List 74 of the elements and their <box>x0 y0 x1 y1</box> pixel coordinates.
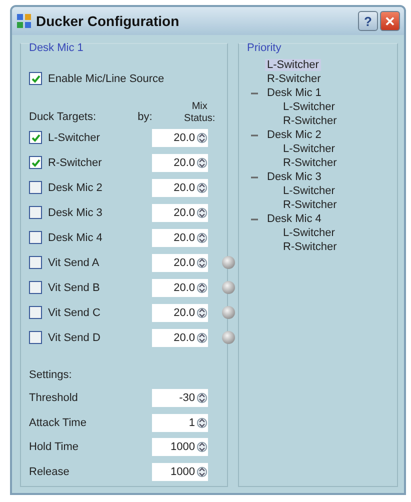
checkbox-label: Vit Send D <box>48 332 102 344</box>
setting-label: Threshold <box>29 392 79 404</box>
tree-item[interactable]: L-Switcher <box>265 59 321 71</box>
checkbox[interactable] <box>29 306 42 319</box>
spin-field[interactable]: 20.0 <box>152 328 208 346</box>
spinner-arrows-icon[interactable] <box>197 180 207 194</box>
spin-field[interactable]: 1000 <box>152 438 208 456</box>
spinner-arrows-icon[interactable] <box>197 416 207 430</box>
column-heading: Duck Targets: <box>29 111 98 125</box>
spinner-arrows-icon[interactable] <box>197 256 207 270</box>
checkbox-label: Vit Send C <box>48 306 102 318</box>
checkbox-label: R-Switcher <box>48 156 103 168</box>
spin-field[interactable]: 20.0 <box>152 228 208 246</box>
tree-item[interactable]: R-Switcher <box>265 73 323 85</box>
checkbox[interactable] <box>29 231 42 244</box>
spinner-arrows-icon[interactable] <box>197 330 207 344</box>
column-heading: Mix Status: <box>183 101 216 125</box>
help-button[interactable]: ? <box>358 11 378 31</box>
tree-item[interactable]: Desk Mic 3 <box>265 171 324 183</box>
tree-item[interactable]: Desk Mic 2 <box>265 129 324 141</box>
spin-field[interactable]: -30 <box>152 389 208 408</box>
tree-item[interactable]: L-Switcher <box>281 227 337 239</box>
spinner-arrows-icon[interactable] <box>197 156 207 170</box>
checkbox[interactable] <box>29 331 42 344</box>
section-heading: Settings: <box>29 368 73 383</box>
spinner-arrows-icon[interactable] <box>197 230 207 244</box>
checkbox[interactable] <box>29 181 42 194</box>
checkbox-label: Vit Send B <box>48 282 101 294</box>
checkbox[interactable] <box>29 131 42 144</box>
spin-field[interactable]: 20.0 <box>152 254 208 272</box>
checkbox[interactable] <box>29 206 42 219</box>
spinner-arrows-icon[interactable] <box>197 206 207 220</box>
checkbox-label: L-Switcher <box>48 132 101 144</box>
window-title: Ducker Configuration <box>36 13 180 29</box>
setting-label: Hold Time <box>29 441 80 454</box>
checkbox-label: Desk Mic 3 <box>48 206 104 218</box>
spinner-arrows-icon[interactable] <box>197 391 207 406</box>
app-icon <box>16 13 32 29</box>
tree-item[interactable]: R-Switcher <box>281 241 339 253</box>
spinner-arrows-icon[interactable] <box>197 464 207 479</box>
spin-field[interactable]: 20.0 <box>152 154 208 172</box>
checkbox[interactable] <box>29 256 42 269</box>
group-title: Desk Mic 1 <box>29 42 84 54</box>
spinner-arrows-icon[interactable] <box>197 130 207 144</box>
close-button[interactable]: ✕ <box>380 11 400 31</box>
tree-item[interactable]: L-Switcher <box>281 101 337 113</box>
tree-item[interactable]: Desk Mic 1 <box>265 87 324 99</box>
spin-field[interactable]: 1 <box>152 414 208 432</box>
tree-item[interactable]: R-Switcher <box>281 157 339 169</box>
checkbox[interactable] <box>29 281 42 294</box>
spin-field[interactable]: 20.0 <box>152 128 208 146</box>
spin-field[interactable]: 20.0 <box>152 304 208 322</box>
tree-item[interactable]: R-Switcher <box>281 199 339 211</box>
spin-field[interactable]: 20.0 <box>152 178 208 196</box>
checkbox[interactable] <box>29 72 42 85</box>
spinner-arrows-icon[interactable] <box>197 440 207 454</box>
tree-item[interactable]: L-Switcher <box>281 185 337 197</box>
checkbox-label: Desk Mic 2 <box>48 182 104 194</box>
spin-field[interactable]: 1000 <box>152 462 208 481</box>
group-title: Priority <box>247 42 282 54</box>
checkbox-label: Desk Mic 4 <box>48 232 104 244</box>
tree-item[interactable]: R-Switcher <box>281 115 339 127</box>
setting-label: Release <box>29 466 70 478</box>
checkbox-label: Vit Send A <box>48 256 100 268</box>
spinner-arrows-icon[interactable] <box>197 280 207 294</box>
spin-field[interactable]: 20.0 <box>152 278 208 296</box>
setting-label: Attack Time <box>29 416 88 429</box>
checkbox-label: Enable Mic/Line Source <box>48 72 164 84</box>
spinner-arrows-icon[interactable] <box>197 306 207 320</box>
spin-field[interactable]: 20.0 <box>152 204 208 222</box>
tree-item[interactable]: L-Switcher <box>281 143 337 155</box>
checkbox[interactable] <box>29 156 42 169</box>
column-heading: by: <box>138 111 154 125</box>
tree-item[interactable]: Desk Mic 4 <box>265 213 324 225</box>
